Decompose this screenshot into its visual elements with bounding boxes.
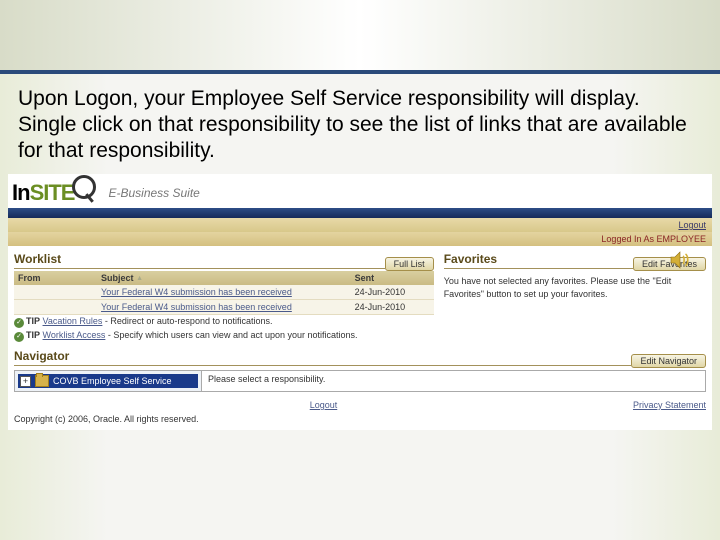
responsibility-label: COVB Employee Self Service xyxy=(53,376,172,386)
navigator-title: Navigator xyxy=(14,349,631,366)
app-header: InSITE E-Business Suite xyxy=(8,174,712,208)
col-from[interactable]: From xyxy=(14,271,97,285)
logout-link-top[interactable]: Logout xyxy=(678,220,706,230)
navy-band xyxy=(8,208,712,218)
worklist-header-row: From Subject ▲ Sent xyxy=(14,271,434,285)
worklist-title: Worklist xyxy=(14,252,385,269)
expand-icon[interactable]: + xyxy=(20,376,31,387)
logged-in-label: Logged In As EMPLOYEE xyxy=(601,234,706,244)
slide-top-band xyxy=(0,0,720,74)
tip-row: ✓TIP Vacation Rules - Redirect or auto-r… xyxy=(14,315,434,329)
instruction-caption: Upon Logon, your Employee Self Service r… xyxy=(0,74,720,170)
vacation-rules-link[interactable]: Vacation Rules xyxy=(43,316,103,326)
folder-icon xyxy=(35,375,49,387)
col-sent[interactable]: Sent xyxy=(351,271,434,285)
privacy-link[interactable]: Privacy Statement xyxy=(633,400,706,410)
sort-asc-icon: ▲ xyxy=(136,275,143,282)
worklist-access-link[interactable]: Worklist Access xyxy=(43,330,106,340)
insite-logo: InSITE E-Business Suite xyxy=(12,180,200,206)
navigator-body: + COVB Employee Self Service Please sele… xyxy=(14,370,706,392)
worklist-sent: 24-Jun-2010 xyxy=(351,300,434,314)
navigator-prompt: Please select a responsibility. xyxy=(202,371,705,391)
worklist-row: Your Federal W4 submission has been rece… xyxy=(14,285,434,300)
app-screenshot: InSITE E-Business Suite Logout Logged In… xyxy=(8,174,712,430)
edit-navigator-button[interactable]: Edit Navigator xyxy=(631,354,706,368)
tip-icon: ✓ xyxy=(14,318,24,328)
responsibility-item[interactable]: + COVB Employee Self Service xyxy=(18,374,198,388)
tip-icon: ✓ xyxy=(14,332,24,342)
copyright-text: Copyright (c) 2006, Oracle. All rights r… xyxy=(8,412,712,430)
favorites-title: Favorites xyxy=(444,252,633,269)
magnifier-icon xyxy=(68,175,98,205)
favorites-empty-text: You have not selected any favorites. Ple… xyxy=(444,271,706,301)
logout-link-bottom[interactable]: Logout xyxy=(310,400,338,410)
worklist-subject-link[interactable]: Your Federal W4 submission has been rece… xyxy=(101,287,292,297)
status-bar: Logged In As EMPLOYEE xyxy=(8,232,712,246)
footer-links: Logout Privacy Statement xyxy=(8,394,712,412)
top-link-bar: Logout xyxy=(8,218,712,232)
full-list-button[interactable]: Full List xyxy=(385,257,434,271)
audio-icon[interactable] xyxy=(668,248,692,272)
worklist-subject-link[interactable]: Your Federal W4 submission has been rece… xyxy=(101,302,292,312)
worklist-row: Your Federal W4 submission has been rece… xyxy=(14,300,434,315)
tip-row: ✓TIP Worklist Access - Specify which use… xyxy=(14,329,434,343)
col-subject[interactable]: Subject ▲ xyxy=(97,271,351,285)
worklist-sent: 24-Jun-2010 xyxy=(351,285,434,299)
suite-label: E-Business Suite xyxy=(108,186,199,200)
